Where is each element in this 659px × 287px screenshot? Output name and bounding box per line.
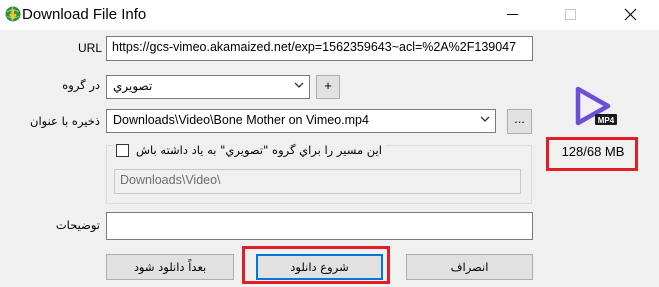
window-title: Download File Info — [22, 6, 147, 23]
remember-path-label: اين مسير را براي گروه "تصويري" به ياد دا… — [136, 143, 382, 157]
description-label: توضيحات — [55, 218, 100, 232]
start-download-label: شروع دانلود — [290, 260, 349, 274]
cancel-label: انصراف — [450, 260, 489, 274]
idm-globe-icon — [5, 6, 21, 22]
url-label: URL — [78, 41, 103, 55]
save-as-dropdown[interactable]: Downloads\Video\Bone Mother on Vimeo.mp4 — [106, 109, 496, 133]
browse-button[interactable]: ... — [507, 109, 532, 134]
path-field: Downloads\Video\ — [114, 169, 521, 194]
chevron-down-icon — [480, 116, 490, 122]
mp4-video-icon: MP4 — [575, 86, 617, 126]
path-value: Downloads\Video\ — [120, 173, 221, 187]
description-field[interactable] — [106, 212, 533, 240]
chevron-down-icon — [294, 82, 304, 88]
cancel-button[interactable]: انصراف — [406, 254, 533, 280]
category-label: در گروه — [62, 78, 100, 92]
category-value: تصويري — [113, 79, 153, 93]
download-later-button[interactable]: بعداً دانلود شود — [106, 254, 234, 280]
maximize-button[interactable] — [548, 0, 594, 30]
close-icon — [624, 8, 637, 21]
title-bar: Download File Info — [0, 0, 659, 30]
category-dropdown[interactable]: تصويري — [106, 75, 310, 99]
download-file-info-window: Download File Info URL https://gcs-vimeo… — [0, 0, 659, 287]
minimize-button[interactable] — [489, 0, 535, 30]
url-value: https://gcs-vimeo.akamaized.net/exp=1562… — [112, 40, 517, 54]
add-category-button[interactable]: + — [316, 75, 340, 99]
start-download-button[interactable]: شروع دانلود — [256, 254, 383, 280]
close-button[interactable] — [607, 0, 653, 30]
minimize-icon — [507, 14, 518, 15]
add-category-label: + — [324, 78, 332, 93]
remember-path-legend: اين مسير را براي گروه "تصويري" به ياد دا… — [114, 143, 386, 159]
url-field[interactable]: https://gcs-vimeo.akamaized.net/exp=1562… — [106, 36, 533, 61]
download-later-label: بعداً دانلود شود — [133, 260, 207, 274]
save-as-value: Downloads\Video\Bone Mother on Vimeo.mp4 — [113, 113, 369, 127]
mp4-badge-label: MP4 — [598, 116, 615, 125]
remember-path-checkbox[interactable] — [116, 144, 129, 157]
browse-label: ... — [514, 111, 525, 126]
file-size: 128/68 MB — [561, 144, 625, 159]
maximize-icon — [565, 9, 576, 20]
save-as-label: ذخيره با عنوان — [30, 114, 100, 128]
